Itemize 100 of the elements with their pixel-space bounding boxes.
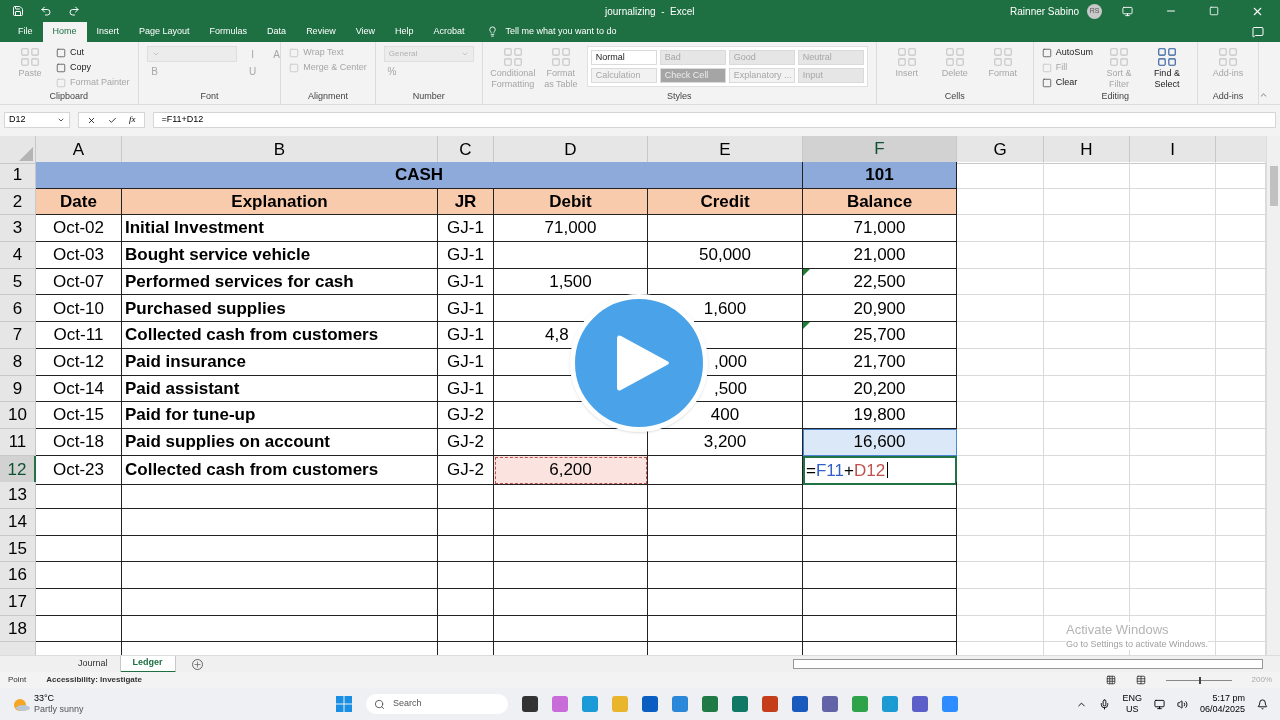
save-icon[interactable] bbox=[12, 5, 24, 17]
zoom-slider-thumb[interactable] bbox=[1198, 676, 1201, 684]
taskbar-search-field[interactable]: Search bbox=[366, 694, 508, 714]
name-box[interactable]: D12 bbox=[4, 112, 70, 128]
app-icon[interactable] bbox=[942, 696, 958, 712]
grid-icon bbox=[19, 46, 41, 68]
row-header[interactable]: 1 bbox=[0, 162, 36, 189]
row-header[interactable]: 13 bbox=[0, 482, 36, 509]
enter-icon[interactable] bbox=[108, 115, 117, 125]
row-header[interactable]: 8 bbox=[0, 348, 36, 376]
table-cell: Oct-11 bbox=[36, 322, 122, 349]
row-header[interactable]: 15 bbox=[0, 535, 36, 563]
ribbon-button[interactable]: Copy bbox=[56, 61, 130, 75]
formula-field[interactable]: =F11+D12 bbox=[152, 112, 1276, 128]
table-cell: Collected cash from customers bbox=[122, 455, 438, 486]
ribbon-tab[interactable]: Page Layout bbox=[129, 22, 200, 42]
table-cell: Paid for tune-up bbox=[122, 402, 438, 429]
app-icon[interactable] bbox=[852, 696, 868, 712]
tell-me-search[interactable]: Tell me what you want to do bbox=[505, 22, 617, 42]
volume-icon[interactable] bbox=[1176, 698, 1188, 710]
network-icon[interactable] bbox=[1153, 698, 1165, 710]
add-sheet-icon[interactable] bbox=[191, 658, 203, 670]
caret-icon bbox=[57, 116, 65, 124]
region-label[interactable]: US bbox=[1125, 704, 1139, 715]
cancel-icon[interactable] bbox=[87, 115, 96, 125]
function-button[interactable]: fx bbox=[129, 113, 136, 127]
style-swatch[interactable]: Normal bbox=[590, 50, 657, 65]
column-header[interactable]: F bbox=[803, 136, 957, 164]
app-icon[interactable] bbox=[912, 696, 928, 712]
page-layout-icon[interactable] bbox=[1135, 675, 1146, 685]
notification-icon[interactable] bbox=[1257, 698, 1268, 710]
ribbon-tab[interactable]: Help bbox=[385, 22, 424, 42]
ribbon-tab[interactable]: Formulas bbox=[199, 22, 258, 42]
table-cell-text: 20,200 bbox=[852, 377, 907, 400]
caret-icon bbox=[460, 50, 469, 58]
comments-icon[interactable] bbox=[1252, 26, 1264, 38]
microphone-icon[interactable] bbox=[1099, 698, 1111, 710]
row-header[interactable]: 10 bbox=[0, 402, 36, 429]
maximize-icon[interactable] bbox=[1209, 6, 1219, 16]
column-header[interactable]: H bbox=[1044, 136, 1130, 164]
row-header[interactable]: 6 bbox=[0, 295, 36, 323]
app-icon[interactable] bbox=[702, 696, 718, 712]
table-cell: Bought service vehicle bbox=[122, 242, 438, 269]
ribbon-tab[interactable]: View bbox=[345, 22, 385, 42]
display-icon[interactable] bbox=[1122, 5, 1133, 17]
row-header[interactable]: 3 bbox=[0, 215, 36, 243]
language-label[interactable]: ENG bbox=[1122, 693, 1142, 704]
ribbon-button[interactable]: Cut bbox=[56, 46, 130, 60]
app-icon[interactable] bbox=[552, 696, 568, 712]
ribbon-tab[interactable]: Insert bbox=[86, 22, 130, 42]
table-cell: Balance bbox=[803, 188, 957, 216]
clock-date[interactable]: 06/04/2025 bbox=[1199, 704, 1245, 715]
row-header[interactable]: 4 bbox=[0, 242, 36, 269]
formula-input[interactable]: =F11+D12 bbox=[803, 455, 957, 486]
app-icon[interactable] bbox=[762, 696, 778, 712]
ribbon-button[interactable]: Find & Select bbox=[1144, 46, 1189, 90]
ribbon-tab[interactable]: Data bbox=[257, 22, 297, 42]
app-icon[interactable] bbox=[642, 696, 658, 712]
row-header[interactable]: 17 bbox=[0, 589, 36, 616]
select-all-icon[interactable] bbox=[19, 146, 33, 161]
ribbon-tab[interactable]: Home bbox=[42, 22, 87, 42]
row-header[interactable]: 16 bbox=[0, 562, 36, 589]
windows-start-icon[interactable] bbox=[336, 696, 352, 712]
row-header[interactable]: 5 bbox=[0, 268, 36, 296]
horizontal-scrollbar[interactable] bbox=[792, 659, 1263, 669]
group-label: Add-ins bbox=[1211, 90, 1245, 103]
app-icon[interactable] bbox=[582, 696, 598, 712]
column-header[interactable]: I bbox=[1130, 136, 1216, 164]
ribbon-tab[interactable]: Acrobat bbox=[423, 22, 475, 42]
row-header[interactable]: 14 bbox=[0, 508, 36, 536]
ribbon-tab[interactable]: Review bbox=[296, 22, 346, 42]
ribbon-button[interactable]: AutoSum bbox=[1041, 46, 1093, 60]
app-icon[interactable] bbox=[822, 696, 838, 712]
app-icon[interactable] bbox=[792, 696, 808, 712]
row-header[interactable]: 2 bbox=[0, 188, 36, 216]
square-icon bbox=[56, 78, 66, 88]
accessibility-status[interactable]: Accessibility: Investigate bbox=[46, 674, 142, 686]
app-icon[interactable] bbox=[672, 696, 688, 712]
sheet-tab[interactable]: Ledger bbox=[120, 655, 176, 673]
status-mode: Point bbox=[8, 674, 27, 686]
collapse-icon[interactable] bbox=[1258, 90, 1268, 100]
normal-view-icon[interactable] bbox=[1105, 675, 1116, 685]
row-header[interactable]: 7 bbox=[0, 322, 36, 349]
table-cell: GJ-1 bbox=[438, 322, 494, 349]
ribbon-button[interactable]: Clear bbox=[1041, 76, 1093, 90]
temperature: 33°C bbox=[34, 693, 56, 704]
scroll-thumb[interactable] bbox=[1269, 166, 1278, 206]
clock-time[interactable]: 5:17 pm bbox=[1212, 693, 1245, 704]
app-icon[interactable] bbox=[522, 696, 538, 712]
redo-icon[interactable] bbox=[68, 5, 80, 17]
row-header[interactable]: 18 bbox=[0, 615, 36, 643]
ribbon-tab[interactable]: File bbox=[8, 22, 43, 42]
app-icon[interactable] bbox=[882, 696, 898, 712]
table-cell: Explanation bbox=[122, 188, 438, 216]
app-icon[interactable] bbox=[732, 696, 748, 712]
column-header[interactable]: G bbox=[957, 136, 1044, 164]
undo-icon[interactable] bbox=[40, 5, 52, 17]
group-label: Alignment bbox=[307, 90, 350, 103]
row-header[interactable]: 9 bbox=[0, 375, 36, 403]
row-header[interactable]: 11 bbox=[0, 428, 36, 456]
